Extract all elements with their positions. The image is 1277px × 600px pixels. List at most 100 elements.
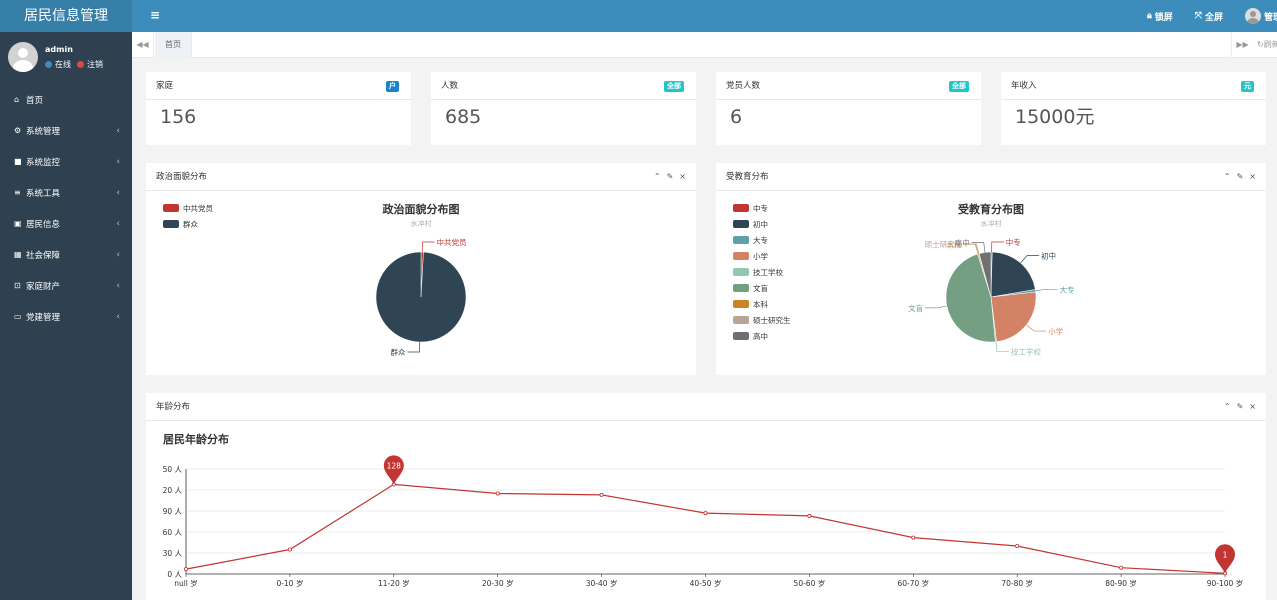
sidebar-item-party-management[interactable]: ▭ 党建管理 ‹	[0, 301, 132, 332]
refresh-label: 刷新	[1263, 40, 1277, 49]
lock-screen-button[interactable]: 🔒︎ 锁屏	[1147, 10, 1173, 23]
age-y-tick-label: 90 人	[163, 507, 183, 516]
stat-card-header: 年收入 元	[1001, 72, 1266, 100]
sidebar-menu: ⌂ 首页 ⚙ 系统管理 ‹ ■ 系统监控 ‹ ≡ 系统工具 ‹ ▣ 居民信息 ‹…	[0, 84, 132, 332]
sidebar-item-label: 系统工具	[26, 188, 61, 199]
age-data-point[interactable]	[1119, 565, 1124, 570]
stat-card-population: 人数 全部 685	[431, 72, 696, 145]
age-panel: 年龄分布 ⌃ ✎ × 居民年龄分布 0 人 30 人 60 人 90 人 20 人 50 …	[146, 393, 1266, 600]
sidebar-item-resident-info[interactable]: ▣ 居民信息 ‹	[0, 208, 132, 239]
stat-label: 家庭	[156, 81, 174, 91]
chevron-left-icon: ‹	[116, 249, 120, 260]
age-data-point[interactable]	[184, 567, 189, 572]
monitor-icon: ▭	[14, 312, 22, 321]
user-avatar-icon	[1244, 8, 1261, 24]
age-x-tick-label: 0-10 岁	[276, 578, 303, 588]
education-pie-label-line	[925, 305, 947, 309]
stat-value: 15000元	[1015, 106, 1095, 128]
age-y-tick-label: 0 人	[167, 570, 182, 579]
education-panel: 受教育分布 ⌃ ✎ × 中专 初中 大专 小学 技工学校 文盲 本科 硕士研究生 高中 受教育分…	[716, 163, 1266, 375]
home-icon: ⌂	[14, 95, 20, 104]
lock-icon: 🔒︎	[1146, 11, 1152, 21]
age-series-line	[185, 483, 1226, 574]
stat-value: 156	[160, 106, 197, 128]
bars-icon: ≡	[14, 188, 21, 197]
sidebar-item-label: 家庭财产	[26, 281, 61, 292]
age-data-point[interactable]	[287, 547, 292, 552]
chevron-left-icon: ‹	[116, 218, 120, 229]
political-pie-label: 中共党员	[437, 237, 467, 247]
political-pie-slice[interactable]	[375, 251, 467, 343]
logout-icon	[77, 61, 84, 68]
stat-label: 年收入	[1011, 81, 1037, 91]
app-brand[interactable]: 居民信息管理	[0, 0, 132, 32]
tab-home[interactable]: 首页	[155, 32, 192, 58]
age-line-chart: 0 人 30 人 60 人 90 人 20 人 50 人 null 岁 0-10 岁 11-20…	[163, 455, 1243, 588]
sidebar-item-label: 社会保障	[26, 250, 61, 261]
refresh-icon: ↻	[1257, 40, 1264, 49]
education-pie-label-line	[1020, 255, 1040, 264]
tab-scroll-left-button[interactable]: ◀◀	[132, 32, 154, 58]
age-y-tick-label: 50 人	[163, 465, 183, 474]
user-panel: admin 在线 注销	[0, 32, 132, 80]
menu-toggle-button[interactable]: ≡	[150, 8, 160, 22]
political-panel: 政治面貌分布 ⌃ ✎ × 中共党员 群众 政治面貌分布图 水冲村 中共党员 群众	[146, 163, 696, 375]
stat-badge: 全部	[949, 81, 969, 92]
age-x-tick-label: 90-100 岁	[1207, 578, 1243, 588]
stat-badge: 户	[386, 81, 399, 92]
sidebar-item-system-management[interactable]: ⚙ 系统管理 ‹	[0, 115, 132, 146]
education-pie-slice[interactable]	[990, 251, 1036, 298]
user-menu-label: 管理员	[1263, 12, 1277, 23]
stat-label: 人数	[441, 81, 459, 91]
education-pie-label: 小学	[1048, 326, 1064, 336]
age-data-point[interactable]	[495, 491, 500, 496]
political-pie-chart: 中共党员群众	[375, 237, 467, 357]
education-pie-label: 文盲	[908, 303, 923, 313]
age-y-tick-label: 30 人	[163, 549, 183, 558]
age-y-tick-label: 60 人	[163, 528, 183, 537]
age-x-tick-label: 60-70 岁	[897, 578, 929, 588]
education-pie-label: 中专	[1006, 237, 1021, 247]
education-pie-label-line	[1026, 324, 1047, 332]
sidebar-item-label: 首页	[26, 95, 44, 106]
age-data-point[interactable]	[911, 535, 916, 540]
logout-link[interactable]: 注销	[87, 59, 103, 70]
age-x-tick-label: 20-30 岁	[482, 578, 514, 588]
sidebar-item-system-monitor[interactable]: ■ 系统监控 ‹	[0, 146, 132, 177]
fullscreen-button[interactable]: ⤧ 全屏	[1195, 10, 1223, 23]
stat-card-party-members: 党员人数 全部 6	[716, 72, 981, 145]
refresh-tab-button[interactable]: ↻刷新	[1253, 32, 1277, 58]
stat-value: 6	[730, 106, 743, 128]
stat-badge: 元	[1241, 81, 1254, 92]
chevron-left-icon: ‹	[116, 156, 120, 167]
avatar	[8, 42, 38, 72]
age-data-point[interactable]	[807, 513, 812, 518]
sidebar-item-label: 系统管理	[26, 126, 61, 137]
age-x-tick-label: 40-50 岁	[690, 578, 722, 588]
age-y-tick-label: 20 人	[163, 486, 183, 495]
chevron-left-icon: ‹	[116, 311, 120, 322]
header-actions: 🔒︎ 锁屏 ⤧ 全屏 管理员	[1147, 0, 1277, 32]
age-data-point[interactable]	[1015, 543, 1020, 548]
sidebar-item-system-tools[interactable]: ≡ 系统工具 ‹	[0, 177, 132, 208]
sidebar-item-social-security[interactable]: ▦ 社会保障 ‹	[0, 239, 132, 270]
age-marker-label: 128	[387, 461, 402, 470]
table-icon: ▦	[14, 250, 22, 259]
age-marker-label: 1	[1223, 550, 1228, 559]
age-x-tick-label: 11-20 岁	[378, 578, 410, 588]
stat-value: 685	[445, 106, 482, 128]
user-menu-button[interactable]: 管理员	[1244, 8, 1277, 24]
online-label: 在线	[55, 60, 71, 69]
education-pie-slice[interactable]	[990, 291, 1037, 342]
chevron-left-icon: ‹	[116, 280, 120, 291]
sidebar-item-family-property[interactable]: ⊡ 家庭财产 ‹	[0, 270, 132, 301]
fullscreen-label: 全屏	[1204, 12, 1223, 23]
age-data-point[interactable]	[703, 511, 708, 516]
age-data-point[interactable]	[599, 492, 604, 497]
political-pie-label-line	[421, 241, 435, 253]
sidebar-item-home[interactable]: ⌂ 首页	[0, 84, 132, 115]
stat-card-header: 人数 全部	[431, 72, 696, 100]
education-pie-label-line	[995, 341, 1010, 353]
sidebar: admin 在线 注销 ⌂ 首页 ⚙ 系统管理 ‹ ■ 系统监控 ‹ ≡ 系统工…	[0, 32, 132, 600]
tab-scroll-right-button[interactable]: ▶▶	[1231, 32, 1253, 58]
